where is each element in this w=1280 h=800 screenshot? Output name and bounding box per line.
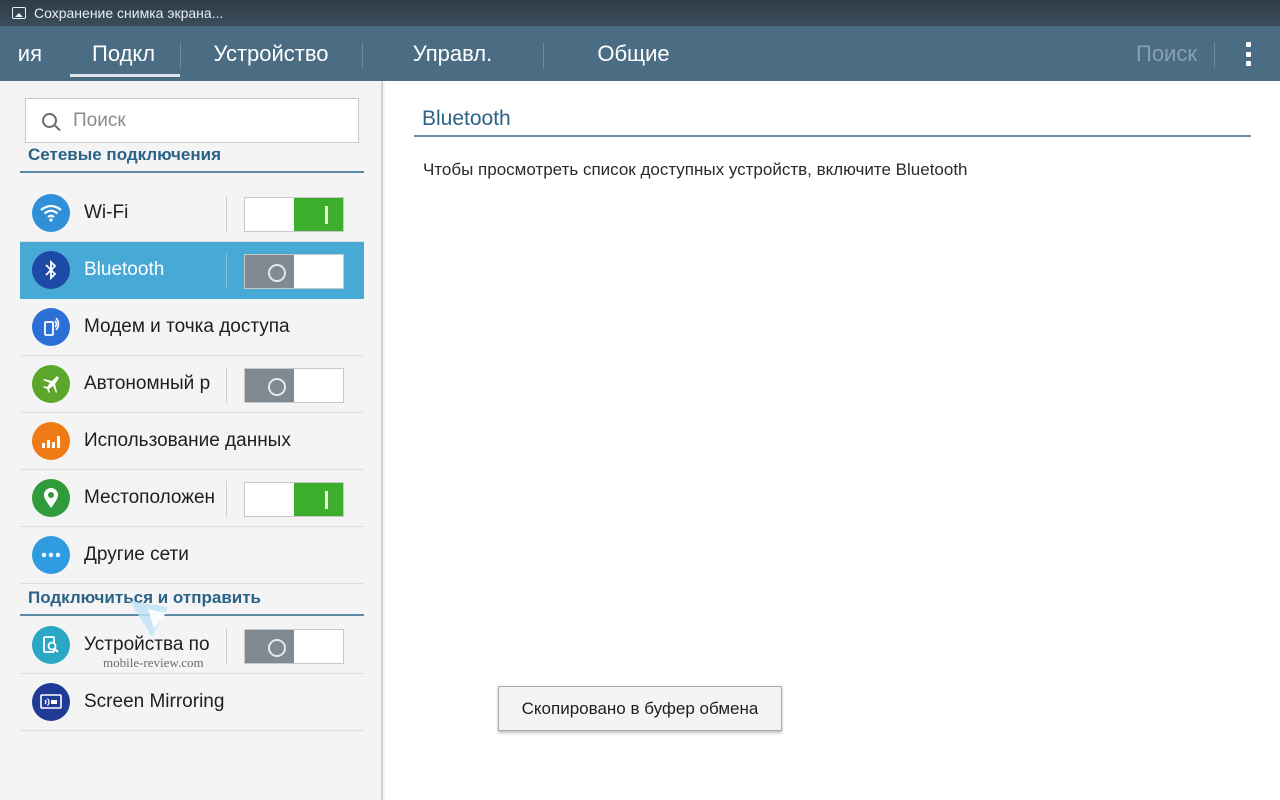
tab-general[interactable]: Общие (543, 26, 724, 81)
status-bar: Сохранение снимка экрана... (0, 0, 1280, 26)
list-item-bluetooth[interactable]: Bluetooth (20, 242, 364, 299)
list-item-label: Другие сети (84, 544, 189, 565)
tab-label: ия (17, 40, 42, 66)
action-search-label: Поиск (1136, 40, 1197, 66)
settings-list-pane: Сетевые подключения Wi-Fi Bluetooth Моде… (0, 81, 383, 800)
section-header-network: Сетевые подключения (20, 143, 364, 173)
settings-tab-bar: ия Подкл Устройство Управл. Общие Поиск (0, 26, 1280, 81)
list-item-data-usage[interactable]: Использование данных (20, 413, 364, 470)
wifi-toggle[interactable] (244, 197, 344, 232)
list-item-hotspot[interactable]: Модем и точка доступа (20, 299, 364, 356)
list-item-wifi[interactable]: Wi-Fi (20, 185, 364, 242)
tab-connections-prev[interactable]: ия (0, 26, 48, 81)
list-item-label: Местоположен (84, 487, 216, 508)
airplane-mode-toggle[interactable] (244, 368, 344, 403)
list-item-label: Screen Mirroring (84, 691, 225, 712)
airplane-icon (32, 365, 70, 403)
divider (226, 367, 227, 403)
list-item-location[interactable]: Местоположен (20, 470, 364, 527)
nearby-devices-toggle[interactable] (244, 629, 344, 664)
bluetooth-icon (32, 251, 70, 289)
tab-label: Общие (597, 40, 670, 66)
more-vert-icon[interactable] (1238, 40, 1258, 68)
divider (226, 196, 227, 232)
tab-connections[interactable]: Подкл (70, 26, 180, 81)
toast-message: Скопировано в буфер обмена (498, 686, 782, 731)
screenshot-icon (12, 7, 26, 19)
divider (226, 253, 227, 289)
list-item-label: Автономный р (84, 373, 211, 394)
list-item-label: Bluetooth (84, 259, 165, 280)
action-search-button[interactable]: Поиск (1136, 26, 1197, 81)
settings-search-input[interactable] (73, 109, 323, 132)
bluetooth-off-message: Чтобы просмотреть список доступных устро… (423, 160, 968, 179)
more-networks-icon (32, 536, 70, 574)
action-divider (1214, 42, 1215, 68)
list-item-label: Wi-Fi (84, 202, 129, 223)
watermark-logo-icon (130, 601, 168, 637)
section-header-connect-share: Подключиться и отправить (20, 586, 364, 616)
list-item-label: Использование данных (84, 430, 291, 451)
status-notification: Сохранение снимка экрана... (34, 5, 224, 21)
divider (226, 628, 227, 664)
screen-mirroring-icon (32, 683, 70, 721)
section-title: Сетевые подключения (28, 145, 222, 164)
data-usage-icon (32, 422, 70, 460)
divider (226, 481, 227, 517)
tab-controls[interactable]: Управл. (362, 26, 543, 81)
settings-search-box[interactable] (25, 98, 359, 143)
watermark-text: mobile-review.com (103, 655, 204, 670)
location-icon (32, 479, 70, 517)
tab-label: Устройство (213, 40, 329, 66)
list-item-label: Модем и точка доступа (84, 316, 290, 337)
list-item-more-networks[interactable]: Другие сети (20, 527, 364, 584)
detail-title: Bluetooth (414, 107, 1251, 137)
wifi-icon (32, 194, 70, 232)
search-icon (42, 113, 57, 128)
nearby-devices-icon (32, 626, 70, 664)
tab-device[interactable]: Устройство (180, 26, 362, 81)
location-toggle[interactable] (244, 482, 344, 517)
tab-label: Управл. (412, 40, 493, 66)
bluetooth-toggle[interactable] (244, 254, 344, 289)
tab-label: Подкл (92, 40, 156, 66)
list-item-screen-mirroring[interactable]: Screen Mirroring (20, 674, 364, 731)
hotspot-icon (32, 308, 70, 346)
list-item-airplane-mode[interactable]: Автономный р (20, 356, 364, 413)
